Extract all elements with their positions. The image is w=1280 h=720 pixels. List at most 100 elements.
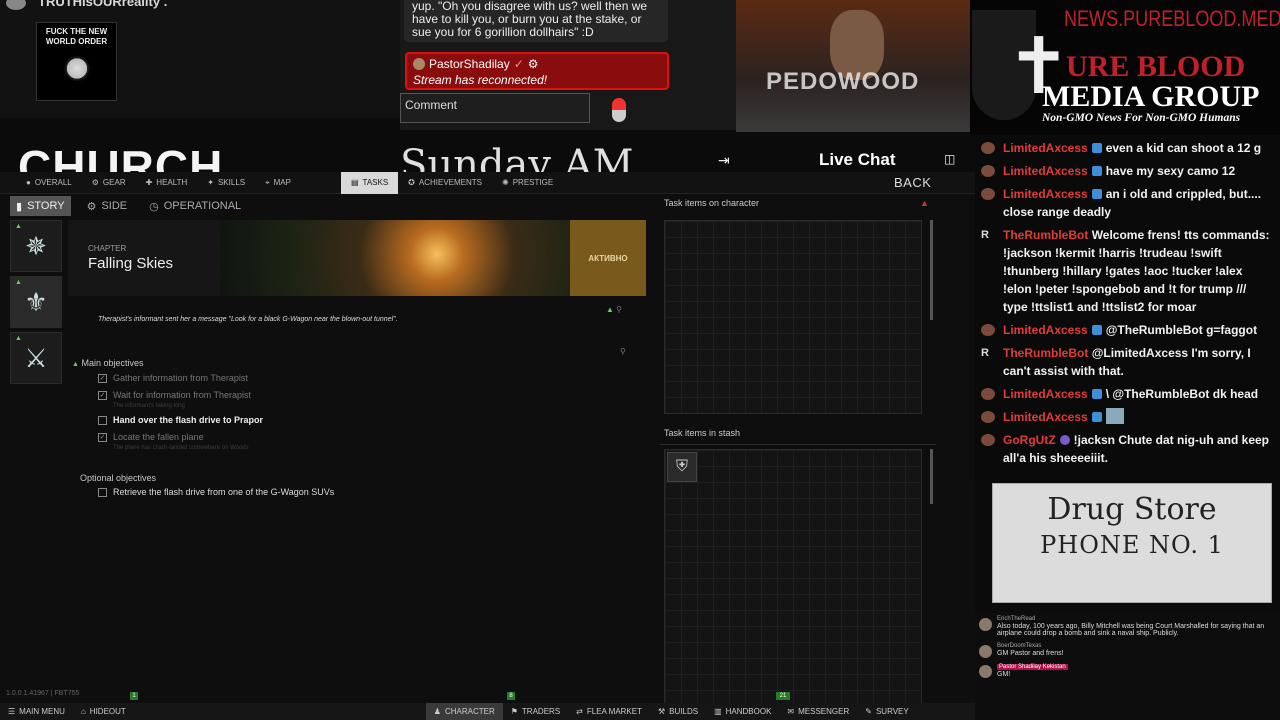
nav-overall[interactable]: ● Overall bbox=[16, 172, 82, 194]
chat-text: have my sexy camo 12 bbox=[1105, 164, 1236, 178]
secondary-chat-list: ErichTheRead Also today, 100 years ago, B… bbox=[975, 612, 1280, 720]
chat-username[interactable]: ErichTheRead bbox=[997, 616, 1276, 622]
messenger-icon: ✉ bbox=[787, 707, 795, 716]
chat-username[interactable]: LimitedAxcess bbox=[1003, 141, 1088, 155]
nav-label: Skills bbox=[217, 178, 246, 187]
popout-icon[interactable]: ◫ bbox=[944, 152, 955, 166]
checkbox[interactable]: ✓ bbox=[98, 432, 107, 442]
objective-text: Hand over the flash drive to Prapor bbox=[113, 415, 264, 425]
bottom-handbook[interactable]: ▥ Handbook bbox=[706, 703, 779, 720]
map-icon: ⌖ bbox=[265, 177, 270, 187]
trader-icons: ▲ ✵ ▲ ⚜ ▲ ⚔ bbox=[10, 220, 66, 388]
avatar bbox=[979, 645, 992, 658]
character-items-grid[interactable] bbox=[664, 220, 922, 414]
avatar bbox=[981, 388, 995, 400]
chat-username[interactable]: Pastor Shadilay Kekistan bbox=[997, 664, 1068, 670]
person-icon: ● bbox=[26, 178, 31, 187]
avatar bbox=[979, 618, 992, 631]
gear-icon[interactable]: ⚙ bbox=[528, 57, 539, 71]
nav-map[interactable]: ⌖ Map bbox=[255, 172, 301, 194]
character-scrollbar[interactable] bbox=[930, 220, 933, 320]
badge-icon bbox=[1091, 325, 1102, 335]
avatar bbox=[981, 411, 995, 423]
chat-username[interactable]: GoRgUtZ bbox=[1003, 433, 1056, 447]
achievements-icon: ✪ bbox=[408, 178, 415, 187]
system-message-text: Stream has reconnected! bbox=[413, 73, 548, 87]
trader-axes-icon[interactable]: ▲ ⚔ bbox=[10, 332, 62, 384]
objective-subtext: The plane has crash-landed somewhere on … bbox=[113, 445, 249, 451]
verified-icon: ✓ bbox=[513, 57, 524, 71]
skills-icon: ✦ bbox=[207, 178, 214, 187]
skull-icon bbox=[61, 55, 92, 85]
objective-item: ✓ Locate the fallen plane bbox=[98, 432, 204, 442]
subtab-story[interactable]: ▮ Story bbox=[10, 196, 71, 216]
brand-line1: URE BLOOD bbox=[1066, 50, 1246, 83]
bottom-label: Character bbox=[444, 707, 495, 716]
checkbox[interactable] bbox=[98, 415, 107, 425]
checkbox[interactable]: ✓ bbox=[98, 373, 107, 383]
bottom-hideout[interactable]: ⌂ Hideout bbox=[73, 703, 134, 720]
flash-drive-item[interactable]: ⛨ bbox=[667, 452, 697, 482]
video-feed: PEDOWOOD bbox=[736, 0, 970, 132]
nav-prestige[interactable]: ✺ Prestige bbox=[492, 172, 563, 194]
chat-message: GoRgUtZ !jacksn Chute dat nig-uh and keep… bbox=[981, 431, 1274, 467]
trader-compass-icon[interactable]: ▲ ✵ bbox=[10, 220, 62, 272]
nav-skills[interactable]: ✦ Skills bbox=[197, 172, 255, 194]
bottom-builds[interactable]: ⚒ Builds bbox=[650, 703, 706, 720]
chat-message: LimitedAxcess @TheRumbleBot g=faggot bbox=[981, 321, 1274, 339]
nav-health[interactable]: ✚ Health bbox=[136, 172, 198, 194]
optional-objectives-label: Optional objectives bbox=[80, 473, 157, 483]
fnwo-image: FUCK THE NEW WORLD ORDER bbox=[36, 22, 117, 101]
trader-feather-icon[interactable]: ▲ ⚜ bbox=[10, 276, 62, 328]
chat-username[interactable]: LimitedAxcess bbox=[1003, 323, 1088, 337]
bottom-flea-market[interactable]: ⇄ Flea Market bbox=[568, 703, 650, 720]
stash-items-grid[interactable] bbox=[664, 449, 922, 704]
video-overlay-text: PEDOWOOD bbox=[766, 68, 920, 95]
badge-icon bbox=[1091, 166, 1102, 176]
bottom-label: Traders bbox=[521, 707, 561, 716]
brand-line2: MEDIA GROUP bbox=[1042, 80, 1260, 113]
nav-label: Gear bbox=[102, 178, 126, 187]
subtab-label: Story bbox=[27, 200, 65, 212]
chat-username[interactable]: TheRumbleBot bbox=[1003, 346, 1088, 360]
chat-username[interactable]: LimitedAxcess bbox=[1003, 187, 1088, 201]
chat-username[interactable]: LimitedAxcess bbox=[1003, 387, 1088, 401]
chat-image[interactable] bbox=[1105, 408, 1124, 424]
chat-username[interactable]: BoerDoomTexas bbox=[997, 643, 1276, 649]
bottom-traders[interactable]: ⚑ Traders bbox=[503, 703, 568, 720]
chat-username[interactable]: LimitedAxcess bbox=[1003, 410, 1088, 424]
notification-badge: 8 bbox=[507, 692, 515, 700]
triangle-icon: ▲ bbox=[606, 305, 614, 314]
main-objectives-text: Main objectives bbox=[81, 358, 144, 368]
objective-text: Wait for information from Therapist bbox=[113, 390, 252, 400]
pill-icon[interactable] bbox=[612, 98, 626, 122]
bottom-character[interactable]: ♟ Character bbox=[425, 703, 503, 720]
bottom-messenger[interactable]: ✉ Messenger bbox=[779, 703, 857, 720]
chat-username[interactable]: LimitedAxcess bbox=[1003, 164, 1088, 178]
nav-gear[interactable]: ⚙ Gear bbox=[82, 172, 136, 194]
avatar bbox=[981, 324, 995, 336]
exit-icon[interactable]: ⇥ bbox=[718, 152, 730, 169]
subtab-operational[interactable]: ◷ Operational bbox=[143, 196, 247, 216]
comment-input[interactable]: Comment bbox=[400, 93, 590, 123]
builds-icon: ⚒ bbox=[657, 707, 666, 716]
warning-icon: ▲ bbox=[920, 198, 929, 208]
search-icon[interactable]: ⚲ bbox=[620, 347, 626, 356]
objective-text: Retrieve the flash drive from one of the… bbox=[113, 487, 335, 497]
search-icon[interactable]: ⚲ bbox=[616, 305, 622, 314]
chat-username[interactable]: TheRumbleBot bbox=[1003, 228, 1088, 242]
checkbox[interactable] bbox=[98, 487, 107, 497]
chat-text: even a kid can shoot a 12 g bbox=[1105, 141, 1262, 155]
nav-achievements[interactable]: ✪ Achievements bbox=[398, 172, 492, 194]
bottom-survey[interactable]: ✎ Survey bbox=[857, 703, 916, 720]
nav-label: Achievements bbox=[418, 178, 482, 187]
bottom-main-menu[interactable]: ☰ Main Menu bbox=[0, 703, 73, 720]
nav-label: Prestige bbox=[512, 178, 554, 187]
stash-scrollbar[interactable] bbox=[930, 449, 933, 504]
back-button[interactable]: BACK bbox=[894, 175, 931, 190]
nav-tasks[interactable]: ▤ Tasks bbox=[340, 171, 399, 194]
character-icon: ♟ bbox=[433, 707, 441, 716]
checkbox[interactable]: ✓ bbox=[98, 390, 107, 400]
divider bbox=[660, 444, 936, 445]
subtab-side[interactable]: ⚙ Side bbox=[81, 196, 134, 216]
